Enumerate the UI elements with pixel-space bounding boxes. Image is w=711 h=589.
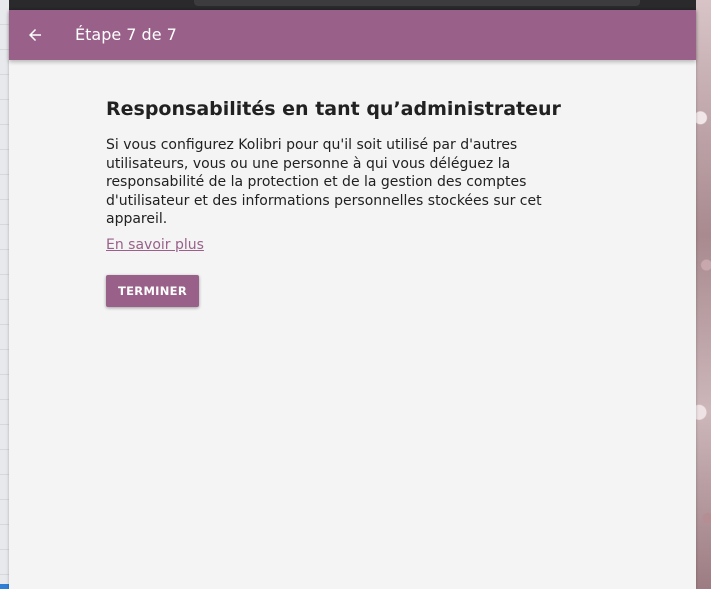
browser-address-bar[interactable] — [194, 0, 640, 6]
desktop-wallpaper — [696, 0, 711, 589]
responsibilities-description: Si vous configurez Kolibri pour qu'il so… — [106, 137, 542, 227]
learn-more-link[interactable]: En savoir plus — [106, 237, 204, 253]
background-taskbar-accent — [0, 584, 9, 589]
setup-wizard-window: Étape 7 de 7 Responsabilités en tant qu’… — [9, 10, 696, 589]
arrow-left-icon — [29, 29, 41, 41]
app-bar: Étape 7 de 7 — [9, 10, 696, 60]
step-indicator: Étape 7 de 7 — [75, 25, 177, 44]
page-title: Responsabilités en tant qu’administrateu… — [106, 98, 561, 120]
finish-button[interactable]: TERMINER — [106, 275, 199, 307]
back-button[interactable] — [21, 20, 49, 50]
browser-toolbar — [9, 0, 696, 10]
background-app-left — [0, 0, 9, 589]
main-content: Responsabilités en tant qu’administrateu… — [106, 96, 561, 253]
